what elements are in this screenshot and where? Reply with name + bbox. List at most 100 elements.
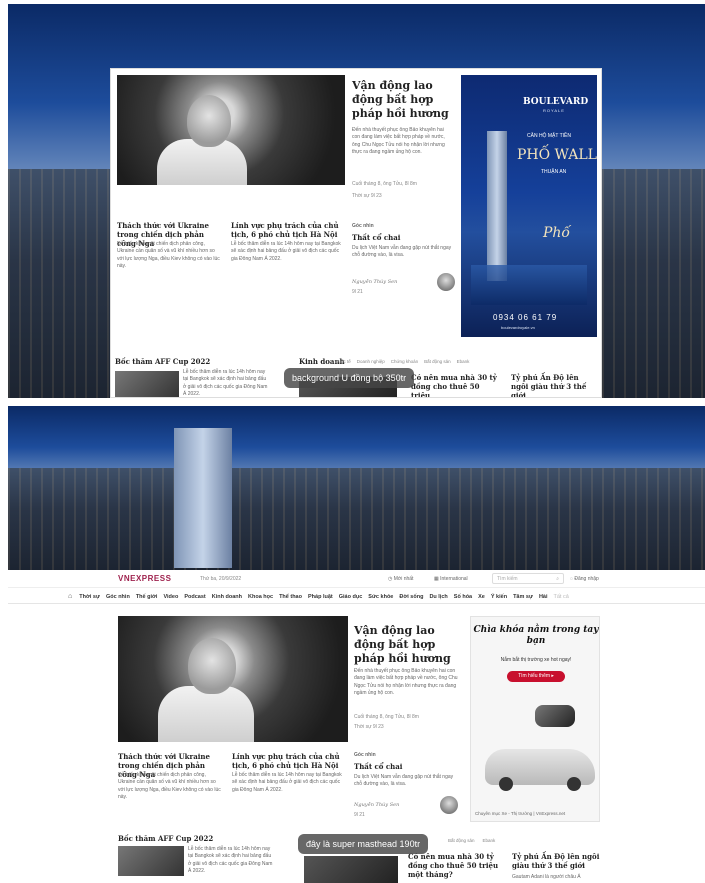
section-link[interactable]: Chứng khoán [391, 359, 418, 364]
headline-tags[interactable]: Thời sự 9l 23 [354, 724, 384, 730]
section-link[interactable]: Ebank [483, 838, 496, 843]
nav-item[interactable]: Ý kiến [491, 594, 507, 600]
search-icon[interactable]: ⌕ [556, 576, 559, 582]
aff-title[interactable]: Bốc thăm AFF Cup 2022 [118, 834, 213, 843]
headline-title[interactable]: Vận động lao động bất hợp pháp hồi hương [352, 79, 452, 120]
ad-subtitle: Nắm bắt thị trường xe hot ngay! [500, 657, 572, 663]
story2-desc: Lễ bốc thăm diễn ra lúc 14h hôm nay tại … [232, 772, 342, 793]
international-link[interactable]: ▦ International [434, 576, 468, 582]
section-links: Quốc tế Doanh nghiệp Chứng khoán Bất độn… [335, 359, 469, 364]
home-icon[interactable]: ⌂ [68, 593, 72, 600]
headline-photo[interactable] [117, 75, 345, 185]
nav-item[interactable]: Giáo dục [339, 594, 363, 600]
nav-item[interactable]: Đời sống [399, 594, 423, 600]
author-avatar[interactable] [440, 796, 458, 814]
aff-thumbnail[interactable] [115, 371, 179, 397]
opinion-count: 9l 21 [354, 812, 365, 818]
annotation-label: đây là super masthead 190tr [298, 834, 429, 854]
nav-item[interactable]: Góc nhìn [106, 594, 130, 600]
tower-image [487, 131, 507, 281]
aff-desc: Lễ bốc thăm diễn ra lúc 14h hôm nay tại … [183, 369, 268, 397]
headline-photo[interactable] [118, 616, 348, 742]
story2-title[interactable]: Lính vực phụ trách của chủ tịch, 6 phó c… [231, 221, 341, 239]
boulevard-ad[interactable]: BOULEVARD ROYALE CĂN HỘ MẶT TIỀN PHỐ WAL… [461, 75, 597, 337]
main-nav: ⌂ Thời sự Góc nhìn Thế giới Video Podcas… [8, 590, 705, 604]
story1-desc: Đề triển khai một chiến dịch phản công, … [118, 772, 221, 800]
opinion-author[interactable]: Nguyễn Thúy Sen [354, 802, 399, 808]
site-header: VNEXPRESS Thứ ba, 20/9/2022 ◷ Mới nhất ▦… [8, 570, 705, 588]
nav-item[interactable]: Thế giới [136, 594, 158, 600]
header-date: Thứ ba, 20/9/2022 [200, 576, 242, 582]
car-ad[interactable]: Chìa khóa nằm trong tay bạn Nắm bắt thị … [470, 616, 600, 822]
story2-desc: Lễ bốc thăm diễn ra lúc 14h hôm nay tại … [231, 241, 341, 262]
aff-desc: Lễ bốc thăm diễn ra lúc 14h hôm nay tại … [188, 846, 273, 874]
ad-main: PHỐ WALL [517, 147, 597, 163]
nav-item[interactable]: Hài [539, 594, 548, 600]
nav-item[interactable]: Tâm sự [513, 594, 533, 600]
nav-item[interactable]: Thể thao [279, 594, 302, 600]
search-input[interactable]: Tìm kiếm ⌕ [492, 573, 564, 584]
ad-script: Phố [543, 225, 571, 241]
nav-item[interactable]: Video [163, 594, 178, 600]
bottom-story2[interactable]: Tỷ phú Ấn Độ lên ngôi giàu thứ 3 thế giớ… [512, 852, 600, 870]
headline-title[interactable]: Vận động lao động bất hợp pháp hồi hương [354, 624, 460, 665]
headline-desc: Đến nhà thuyết phục ông Bảo khuyên hai c… [352, 127, 445, 155]
headline-meta: Cuối tháng 8, ông Tửu, 8l 8m [354, 714, 419, 720]
opinion-title[interactable]: Thất cổ chai [352, 233, 400, 242]
opinion-desc: Du lịch Việt Nam vẫn đang gặp nút thắt n… [354, 774, 454, 788]
nav-item[interactable]: Sức khỏe [368, 594, 393, 600]
nav-item[interactable]: Pháp luật [308, 594, 333, 600]
ad-footer: Chuyên mục Xe - Thị trường | VnExpress.n… [475, 811, 566, 816]
author-avatar[interactable] [437, 273, 455, 291]
section-link[interactable]: Quốc tế [335, 359, 351, 364]
section-link[interactable]: Bất động sản [448, 838, 475, 843]
ad-title: Chìa khóa nằm trong tay bạn [473, 625, 599, 646]
opinion-desc: Du lịch Việt Nam vẫn đang gặp nút thắt n… [352, 245, 452, 259]
bottom-story1[interactable]: Có nên mua nhà 30 tỷ đồng cho thuê 50 tr… [411, 373, 501, 397]
ad-site: boulevardroyale.vn [501, 325, 535, 330]
headline-tags[interactable]: Thời sự 9l 23 [352, 193, 382, 199]
annotation-label: background U đồng bộ 350tr [284, 368, 415, 388]
login-link[interactable]: ◌ Đăng nhập [570, 576, 599, 582]
story2-title[interactable]: Lính vực phụ trách của chủ tịch, 6 phó c… [232, 752, 346, 770]
page-content-card: Vận động lao động bất hợp pháp hồi hương… [110, 68, 602, 398]
nav-item[interactable]: Du lịch [429, 594, 447, 600]
background-preview-panel: Vận động lao động bất hợp pháp hồi hương… [8, 4, 705, 398]
ad-brand: BOULEVARD [523, 97, 589, 107]
nav-item[interactable]: Thời sự [79, 594, 100, 600]
nav-item-all[interactable]: Tất cả [554, 594, 569, 600]
section-link[interactable]: Ebank [457, 359, 470, 364]
nav-item[interactable]: Xe [478, 594, 485, 600]
aff-thumbnail[interactable] [118, 846, 184, 876]
section-link[interactable]: Bất động sản [424, 359, 451, 364]
masthead-preview-panel: VNEXPRESS Thứ ba, 20/9/2022 ◷ Mới nhất ▦… [8, 406, 705, 883]
section-link[interactable]: Doanh nghiệp [357, 359, 385, 364]
site-logo[interactable]: VNEXPRESS [118, 574, 171, 583]
ad-kicker: CĂN HỘ MẶT TIỀN [527, 133, 571, 139]
story1-desc: Đề triển khai một chiến dịch phản công, … [117, 241, 220, 269]
bottom-story1[interactable]: Có nên mua nhà 30 tỷ đồng cho thuê 50 tr… [408, 852, 504, 879]
bottom-story2-desc: Gautam Adani là người châu Á [512, 874, 581, 880]
headline-meta: Cuối tháng 8, ông Tửu, 8l 8m [352, 181, 417, 187]
opinion-author[interactable]: Nguyễn Thúy Sen [352, 279, 397, 285]
nav-item[interactable]: Kinh doanh [212, 594, 242, 600]
masthead-tower [174, 428, 232, 568]
ad-brand-sub: ROYALE [543, 108, 565, 113]
bottom-story2[interactable]: Tỷ phú Ấn Độ lên ngôi giàu thứ 3 thế giớ… [511, 373, 597, 397]
nav-item[interactable]: Khoa học [248, 594, 273, 600]
aff-title[interactable]: Bốc thăm AFF Cup 2022 [115, 357, 210, 366]
opinion-kicker: Góc nhìn [354, 752, 376, 758]
nav-item[interactable]: Số hóa [454, 594, 472, 600]
learn-more-button[interactable]: Tìm hiểu thêm ▸ [507, 671, 565, 682]
headline-desc: Đến nhà thuyết phục ông Bảo khuyên hai c… [354, 668, 458, 696]
latest-link[interactable]: ◷ Mới nhất [388, 576, 413, 582]
ad-location: THUẬN AN [541, 169, 567, 175]
opinion-count: 9l 21 [352, 289, 363, 295]
car-key-icon [535, 705, 575, 727]
nav-item[interactable]: Podcast [184, 594, 205, 600]
super-masthead-image[interactable] [8, 406, 705, 570]
section-thumbnail[interactable] [304, 856, 398, 883]
opinion-kicker: Góc nhìn [352, 223, 374, 229]
opinion-title[interactable]: Thất cổ chai [354, 762, 402, 771]
ad-phone: 0934 06 61 79 [493, 313, 558, 322]
